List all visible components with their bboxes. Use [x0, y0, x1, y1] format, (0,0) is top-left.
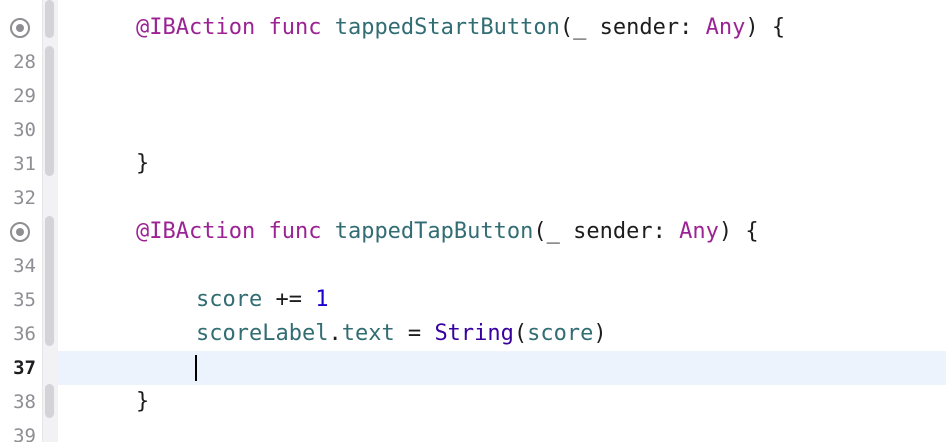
- line-number: 36: [13, 323, 36, 345]
- code-text: @IBAction func tappedStartButton(_ sende…: [136, 15, 786, 40]
- code-text: score += 1: [196, 287, 329, 312]
- code-line[interactable]: 30: [0, 113, 946, 147]
- line-number: 35: [13, 289, 36, 311]
- partial-line-top: 26: [0, 0, 40, 8]
- code-line-current[interactable]: 37: [0, 351, 946, 385]
- breakpoint-icon[interactable]: [10, 18, 30, 38]
- line-number: 26: [0, 0, 36, 8]
- code-text: @IBAction func tappedTapButton(_ sender:…: [136, 219, 759, 244]
- breakpoint-icon[interactable]: [10, 222, 30, 242]
- line-number: 28: [13, 51, 36, 73]
- line-number: 34: [13, 255, 36, 277]
- code-text: }: [136, 389, 150, 414]
- line-number: 31: [13, 153, 36, 175]
- code-line[interactable]: @IBAction func tappedStartButton(_ sende…: [0, 11, 946, 45]
- code-line[interactable]: 35 score += 1: [0, 283, 946, 317]
- text-caret: [195, 355, 197, 381]
- line-number: 29: [13, 85, 36, 107]
- line-number: 30: [13, 119, 36, 141]
- code-line[interactable]: 34: [0, 249, 946, 283]
- code-text: }: [136, 151, 150, 176]
- line-number: 37: [13, 357, 36, 379]
- code-text: scoreLabel.text = String(score): [196, 321, 607, 346]
- code-line[interactable]: 29: [0, 79, 946, 113]
- line-number: 38: [13, 391, 36, 413]
- code-line[interactable]: @IBAction func tappedTapButton(_ sender:…: [0, 215, 946, 249]
- code-editor[interactable]: 26 @IBAction func tappedStartButton(_ se…: [0, 0, 946, 442]
- code-line[interactable]: 28: [0, 45, 946, 79]
- line-number: 39: [13, 425, 36, 442]
- code-line[interactable]: 36 scoreLabel.text = String(score): [0, 317, 946, 351]
- code-line-partial[interactable]: 39: [0, 419, 946, 442]
- code-line[interactable]: 32: [0, 181, 946, 215]
- code-line[interactable]: 38 }: [0, 385, 946, 419]
- code-line[interactable]: 31 }: [0, 147, 946, 181]
- line-number: 32: [13, 187, 36, 209]
